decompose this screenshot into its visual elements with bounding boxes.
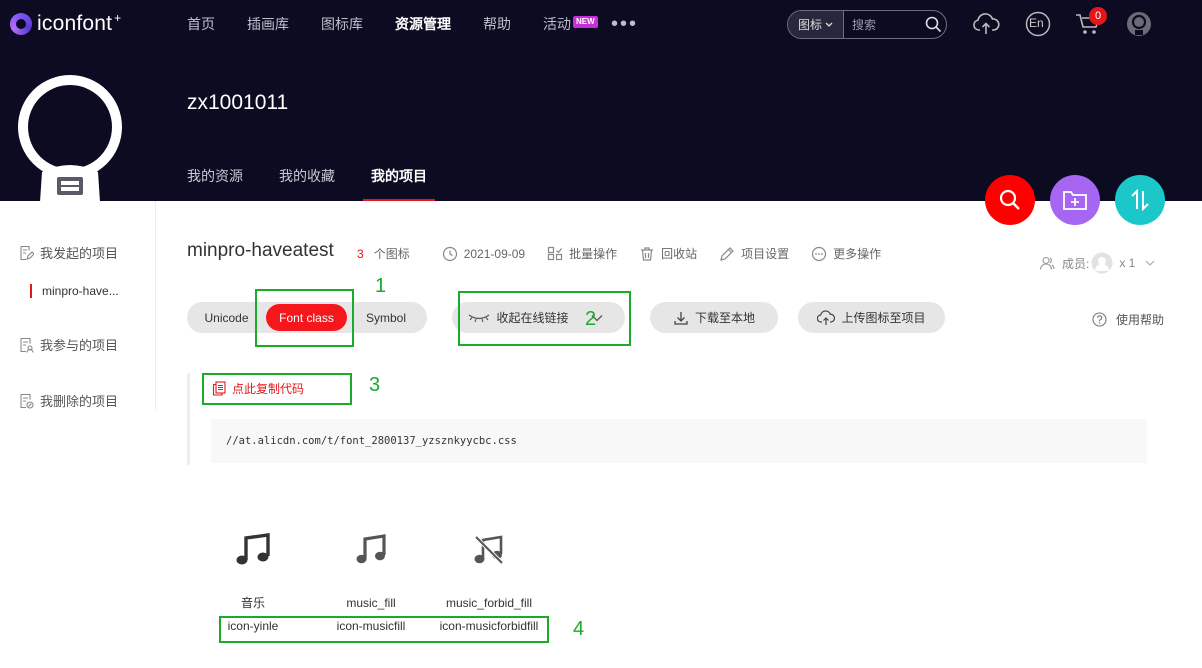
css-link-code[interactable]: //at.alicdn.com/t/font_2800137_yzsznkyyc… <box>211 419 1147 463</box>
project-settings-label: 项目设置 <box>741 247 790 261</box>
music-fill-icon <box>306 530 436 570</box>
folder-add-icon <box>1063 191 1087 210</box>
project-sidebar: 我发起的项目 minpro-have... 我参与的项目 我删除的项目 <box>0 201 156 411</box>
upload-icons-label: 上传图标至项目 <box>841 311 926 325</box>
nav-activities-label: 活动 <box>543 16 571 32</box>
annotation-box-4 <box>219 616 549 643</box>
search-icon[interactable] <box>920 11 946 38</box>
annotation-box-3 <box>202 373 352 405</box>
nav-resource-management[interactable]: 资源管理 <box>395 14 451 34</box>
download-icon <box>674 311 688 325</box>
search-fab-button[interactable] <box>985 175 1035 225</box>
nav-icons[interactable]: 图标库 <box>321 14 363 34</box>
download-local-button[interactable]: 下载至本地 <box>650 302 778 333</box>
sort-arrows-icon <box>1131 188 1149 212</box>
main-nav: 首页 插画库 图标库 资源管理 帮助 活动 NEW ••• <box>187 0 638 48</box>
batch-grid-icon <box>547 246 563 260</box>
icon-count: 3 <box>357 246 364 261</box>
user-avatar-icon[interactable] <box>1125 10 1153 38</box>
more-dots-icon <box>812 246 827 261</box>
usage-help-label: 使用帮助 <box>1116 313 1165 327</box>
batch-operation-label: 批量操作 <box>569 247 618 261</box>
sidebar-item-deleted-projects[interactable]: 我删除的项目 <box>18 391 118 410</box>
search-input[interactable] <box>844 17 920 32</box>
document-users-icon <box>20 337 34 353</box>
nav-help[interactable]: 帮助 <box>483 14 511 34</box>
members-label: 成员: <box>1062 256 1090 271</box>
site-logo[interactable]: iconfont + <box>10 11 122 36</box>
project-date-text: 2021-09-09 <box>463 246 526 261</box>
members-count: x 1 <box>1119 256 1136 270</box>
search-type-select[interactable]: 图标 <box>788 11 844 38</box>
nav-activities[interactable]: 活动 NEW <box>543 14 598 34</box>
help-circle-icon <box>1092 312 1107 327</box>
annotation-box-2 <box>458 291 631 346</box>
sidebar-item-joined-projects[interactable]: 我参与的项目 <box>18 335 118 354</box>
icon-name: 音乐 <box>240 596 265 610</box>
new-badge: NEW <box>573 16 598 28</box>
upload-cloud-icon <box>817 309 836 325</box>
trash-icon <box>641 246 654 261</box>
annotation-number-3: 3 <box>369 374 381 396</box>
icon-count-label: 个图标 <box>373 247 410 261</box>
nav-illustrations[interactable]: 插画库 <box>247 14 289 34</box>
batch-operation-button[interactable]: 批量操作 <box>547 245 617 262</box>
members-selector[interactable]: 成员: x 1 <box>1039 252 1155 274</box>
icon-name: music_forbid_fill <box>445 596 533 610</box>
upload-icons-button[interactable]: 上传图标至项目 <box>798 302 945 333</box>
edit-document-icon <box>20 245 34 260</box>
cart-count-badge: 0 <box>1089 7 1107 25</box>
project-title: minpro-haveatest <box>187 240 334 261</box>
clock-icon <box>442 246 457 261</box>
sidebar-item-label: 我参与的项目 <box>40 338 119 353</box>
iconfont-logo-icon <box>10 13 32 35</box>
recycle-bin-button[interactable]: 回收站 <box>639 245 697 262</box>
nav-home[interactable]: 首页 <box>187 14 215 34</box>
more-menu-icon[interactable]: ••• <box>611 14 638 34</box>
language-icon[interactable]: En <box>1024 10 1052 38</box>
search-box: 图标 <box>787 10 947 39</box>
profile-avatar <box>14 72 126 201</box>
more-operations-label: 更多操作 <box>833 247 882 261</box>
format-symbol-tab[interactable]: Symbol <box>347 304 425 331</box>
project-settings-button[interactable]: 项目设置 <box>719 245 789 262</box>
search-icon <box>999 189 1020 210</box>
language-label: En <box>1029 16 1044 30</box>
tab-my-resources[interactable]: 我的资源 <box>187 166 243 201</box>
project-meta: 3 个图标 2021-09-09 批量操作 回收站 项目设置 更多操作 <box>357 245 903 262</box>
more-operations-button[interactable]: 更多操作 <box>811 245 881 262</box>
logo-plus: + <box>114 11 122 25</box>
usage-help-link[interactable]: 使用帮助 <box>1092 311 1164 328</box>
music-note-icon <box>188 530 318 570</box>
add-folder-fab-button[interactable] <box>1050 175 1100 225</box>
pencil-icon <box>720 246 734 261</box>
sort-fab-button[interactable] <box>1115 175 1165 225</box>
annotation-number-1: 1 <box>375 275 387 297</box>
upload-cloud-icon[interactable] <box>972 10 1000 38</box>
chevron-down-icon <box>825 20 833 30</box>
document-deleted-icon <box>20 393 34 409</box>
project-date: 2021-09-09 <box>442 246 525 262</box>
tab-my-favorites[interactable]: 我的收藏 <box>279 166 335 201</box>
members-icon <box>1039 256 1055 270</box>
username: zx1001011 <box>187 91 289 114</box>
download-local-label: 下载至本地 <box>694 311 755 325</box>
sidebar-project-link[interactable]: minpro-have... <box>30 284 119 298</box>
annotation-number-2: 2 <box>585 308 597 330</box>
chevron-down-icon <box>1145 260 1155 266</box>
sidebar-item-created-projects[interactable]: 我发起的项目 <box>18 243 118 262</box>
search-type-label: 图标 <box>797 18 822 32</box>
tab-my-projects[interactable]: 我的项目 <box>363 166 435 201</box>
profile-tabs: 我的资源 我的收藏 我的项目 <box>187 166 463 201</box>
annotation-box-1 <box>255 289 354 347</box>
music-forbid-fill-icon <box>424 530 554 570</box>
sidebar-item-label: 我发起的项目 <box>40 246 119 261</box>
icon-name: music_fill <box>346 596 396 610</box>
sidebar-item-label: 我删除的项目 <box>40 394 119 409</box>
member-avatar <box>1091 252 1113 274</box>
recycle-bin-label: 回收站 <box>661 247 698 261</box>
logo-text: iconfont <box>37 12 113 35</box>
annotation-number-4: 4 <box>573 618 585 640</box>
